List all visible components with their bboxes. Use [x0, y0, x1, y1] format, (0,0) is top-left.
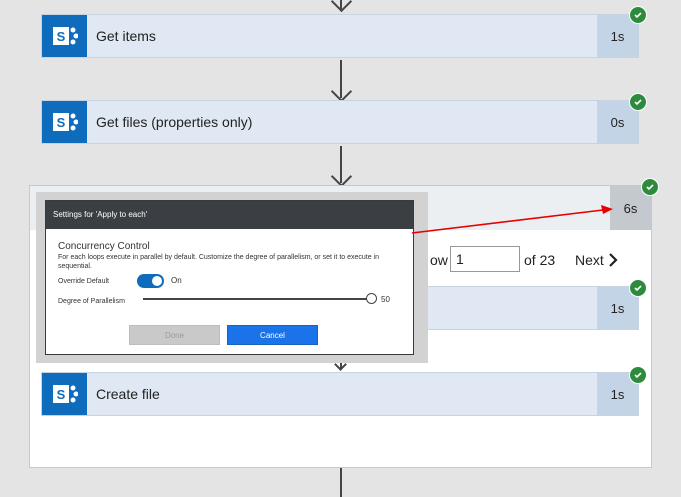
- annotation-arrow: [411, 205, 613, 234]
